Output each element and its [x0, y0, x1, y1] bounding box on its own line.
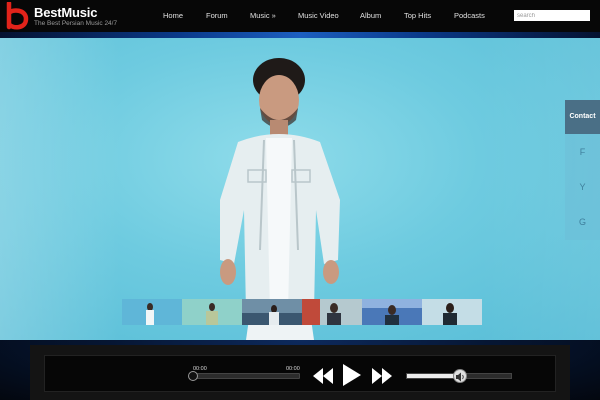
thumbnail[interactable]	[182, 299, 242, 325]
seek-bar[interactable]	[190, 373, 300, 379]
nav-item-music-video[interactable]: Music Video	[298, 11, 339, 20]
thumbnail-image	[302, 299, 362, 325]
nav-item-podcasts[interactable]: Podcasts	[454, 11, 485, 20]
thumbnail-image	[362, 299, 422, 325]
thumbnail-image	[242, 299, 302, 325]
brand-name: BestMusic	[34, 5, 98, 20]
thumbnail[interactable]	[242, 299, 302, 325]
hero-artist-image	[220, 58, 340, 340]
rewind-icon[interactable]	[313, 368, 333, 384]
thumbnail-image	[182, 299, 242, 325]
thumbnail[interactable]	[122, 299, 182, 325]
nav-item-album[interactable]: Album	[360, 11, 381, 20]
google-plus-icon[interactable]: G	[565, 217, 600, 227]
seek-handle[interactable]	[188, 371, 198, 381]
social-sidebar: Contact F Y G	[565, 100, 600, 240]
fast-forward-icon[interactable]	[372, 368, 392, 384]
nav-item-top-hits[interactable]: Top Hits	[404, 11, 431, 20]
header: BestMusic The Best Persian Music 24/7 Ho…	[0, 0, 600, 32]
youtube-icon[interactable]: Y	[565, 182, 600, 192]
logo[interactable]: BestMusic The Best Persian Music 24/7	[6, 2, 126, 30]
thumbnail[interactable]	[302, 299, 362, 325]
thumbnail[interactable]	[362, 299, 422, 325]
nav-item-music[interactable]: Music »	[250, 11, 276, 20]
contact-button[interactable]: Contact	[565, 100, 600, 134]
nav-item-forum[interactable]: Forum	[206, 11, 228, 20]
thumbnail[interactable]	[422, 299, 482, 325]
logo-icon	[6, 2, 29, 30]
thumbnail-strip	[122, 299, 482, 325]
nav-item-home[interactable]: Home	[163, 11, 183, 20]
page: BestMusic The Best Persian Music 24/7 Ho…	[0, 0, 600, 400]
duration-time: 00:00	[286, 366, 300, 372]
volume-handle[interactable]	[453, 369, 467, 383]
volume-icon	[456, 372, 464, 382]
play-icon[interactable]	[343, 364, 361, 386]
brand-tagline: The Best Persian Music 24/7	[34, 20, 118, 27]
thumbnail-image	[422, 299, 482, 325]
facebook-icon[interactable]: F	[565, 147, 600, 157]
hero-banner: Contact F Y G	[0, 38, 600, 340]
thumbnail-image	[122, 299, 182, 325]
search-input[interactable]	[514, 10, 590, 21]
